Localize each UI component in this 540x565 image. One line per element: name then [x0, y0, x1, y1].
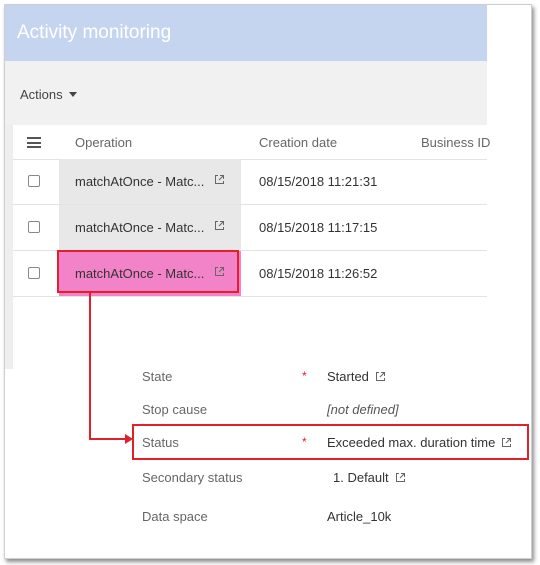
- state-label: State: [142, 369, 173, 384]
- toolbar: Actions: [5, 61, 487, 125]
- data-space-label: Data space: [142, 509, 208, 524]
- row-checkbox[interactable]: [28, 221, 40, 233]
- external-link-icon[interactable]: [375, 371, 386, 382]
- table-row[interactable]: matchAtOnce - Matc... 08/15/2018 11:21:3…: [13, 159, 487, 205]
- row-checkbox[interactable]: [28, 175, 40, 187]
- column-header-business-id[interactable]: Business ID: [421, 135, 490, 150]
- title-bar: Activity monitoring: [5, 5, 487, 61]
- state-value[interactable]: Started: [327, 369, 386, 384]
- stop-cause-value: [not defined]: [327, 402, 399, 417]
- page-title: Activity monitoring: [17, 22, 172, 43]
- secondary-status-label: Secondary status: [142, 470, 243, 485]
- column-header-operation[interactable]: Operation: [75, 135, 132, 150]
- screenshot-frame: Activity monitoring Actions Operation Cr…: [4, 4, 532, 559]
- caret-down-icon: [68, 92, 77, 97]
- operation-cell[interactable]: matchAtOnce - Matc...: [59, 159, 241, 204]
- creation-date: 08/15/2018 11:17:15: [259, 220, 378, 235]
- table-header: Operation Creation date Business ID: [13, 125, 490, 160]
- actions-label: Actions: [20, 87, 63, 102]
- stop-cause-label: Stop cause: [142, 402, 208, 417]
- operation-cell[interactable]: matchAtOnce - Matc...: [59, 205, 241, 250]
- external-link-icon[interactable]: [395, 472, 406, 483]
- secondary-status-value[interactable]: 1. Default: [333, 470, 406, 485]
- annotation-box-operation: [57, 250, 239, 293]
- column-header-creation-date[interactable]: Creation date: [259, 135, 337, 150]
- operation-text: matchAtOnce - Matc...: [75, 220, 205, 235]
- grid-area: Operation Creation date Business ID matc…: [5, 125, 490, 369]
- creation-date: 08/15/2018 11:26:52: [259, 266, 378, 281]
- external-link-icon[interactable]: [214, 174, 225, 185]
- table-row[interactable]: matchAtOnce - Matc... 08/15/2018 11:17:1…: [13, 205, 487, 251]
- column-menu-icon[interactable]: [27, 137, 41, 148]
- actions-menu-button[interactable]: Actions: [20, 87, 77, 102]
- creation-date: 08/15/2018 11:21:31: [259, 174, 378, 189]
- state-value-text: Started: [327, 369, 369, 384]
- annotation-connector: [89, 438, 127, 440]
- secondary-status-value-text: 1. Default: [333, 470, 389, 485]
- operation-text: matchAtOnce - Matc...: [75, 174, 205, 189]
- required-marker: *: [302, 369, 307, 383]
- annotation-box-status: [132, 424, 529, 460]
- data-space-value: Article_10k: [327, 509, 392, 524]
- external-link-icon[interactable]: [214, 220, 225, 231]
- row-checkbox[interactable]: [28, 267, 40, 279]
- annotation-connector: [89, 293, 91, 440]
